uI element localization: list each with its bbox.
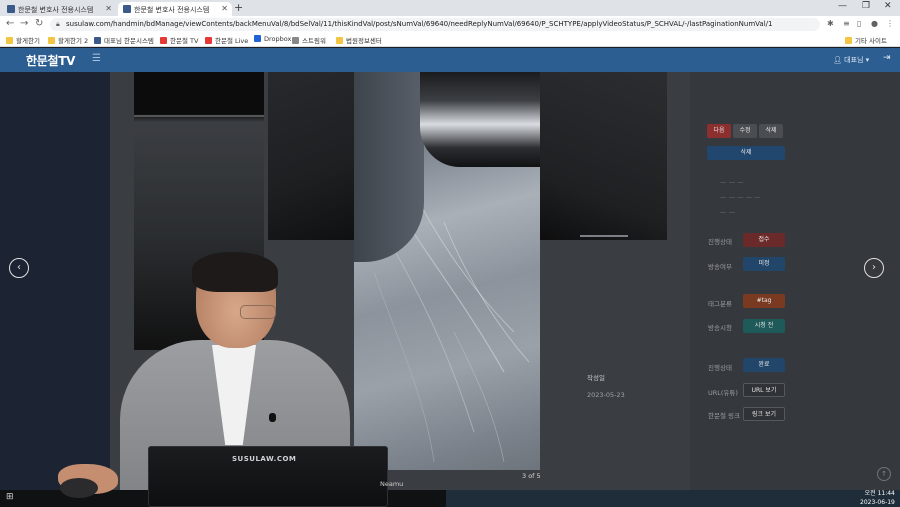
- bookmark-item[interactable]: 한문철 TV: [160, 35, 198, 45]
- bookmark-item[interactable]: 한문철 Live: [205, 35, 248, 45]
- bookmark-item[interactable]: 법원정보센터: [336, 35, 382, 45]
- forward-icon[interactable]: →: [20, 18, 28, 29]
- bookmark-item[interactable]: 대표님 한문시스템: [94, 35, 154, 45]
- gallery-counter: 3 of 5: [522, 472, 541, 480]
- system-clock: 오전 11:44 2023-06-19: [860, 489, 895, 507]
- site-favicon-icon: [7, 5, 15, 13]
- new-tab-icon[interactable]: +: [234, 1, 243, 14]
- table-header-date: 작성일: [587, 374, 605, 382]
- field-label: 방송시청: [708, 324, 732, 332]
- close-icon[interactable]: ✕: [221, 4, 228, 13]
- presenter-glasses: [240, 305, 276, 319]
- url-view-button[interactable]: URL 보기: [743, 383, 785, 397]
- meta-line: — —: [720, 208, 736, 216]
- car-bumper-shape: [354, 72, 424, 262]
- laptop-brand-label: SUSULAW.COM: [232, 455, 297, 463]
- chevron-left-icon: ‹: [17, 262, 21, 273]
- car-headlight-shape: [420, 72, 540, 167]
- bookmark-item[interactable]: 스트림워: [292, 35, 326, 45]
- status-select[interactable]: 접수: [743, 233, 785, 247]
- delete-small-button[interactable]: 삭제: [759, 124, 783, 138]
- link-view-button[interactable]: 링크 보기: [743, 407, 785, 421]
- thumbnail-scrollbar: [580, 235, 628, 237]
- chevron-right-icon: ›: [872, 262, 876, 273]
- browser-toolbar: ← → ↻ 🔒︎ susulaw.com/handmin/bdManage/vi…: [0, 16, 900, 33]
- extensions-icon[interactable]: ✱: [827, 19, 834, 28]
- gallery-thumbnail[interactable]: [268, 72, 354, 240]
- clock-date: 2023-06-19: [860, 499, 895, 506]
- sidebar: [0, 72, 110, 490]
- caption-text: Neamu: [380, 480, 404, 488]
- progress-select[interactable]: 완료: [743, 358, 785, 372]
- computer-mouse: [60, 478, 98, 498]
- browser-tab-1[interactable]: 한문철 변호사 전용시스템 ✕: [2, 2, 116, 16]
- next-button[interactable]: 다음: [707, 124, 731, 138]
- watch-select[interactable]: 시청 전: [743, 319, 785, 333]
- field-label: 한문철 링크: [708, 412, 740, 420]
- gallery-next-button[interactable]: ›: [864, 258, 884, 278]
- tag-select[interactable]: #tag: [743, 294, 785, 308]
- address-bar[interactable]: 🔒︎ susulaw.com/handmin/bdManage/viewCont…: [50, 18, 820, 31]
- maximize-icon[interactable]: ❐: [862, 1, 870, 11]
- table-cell-date: 2023-05-23: [587, 391, 625, 399]
- field-label: URL(유튜): [708, 389, 738, 397]
- menu-icon[interactable]: ☰: [92, 53, 101, 64]
- lapel-mic-icon: [269, 413, 276, 422]
- site-favicon-icon: [123, 5, 131, 13]
- bookmarks-bar: 할게한기 할게한기 2 대표님 한문시스템 한문철 TV 한문철 Live Dr…: [0, 33, 900, 47]
- meta-line: — — — — —: [720, 193, 761, 201]
- field-label: 태그분류: [708, 300, 732, 308]
- field-label: 진행상태: [708, 364, 732, 372]
- field-label: 방송여부: [708, 263, 732, 271]
- tab-label: 한문철 변호사 전용시스템: [134, 6, 210, 14]
- meta-line: — — —: [720, 178, 744, 186]
- windows-taskbar: [446, 490, 900, 507]
- url-text: susulaw.com/handmin/bdManage/viewContent…: [66, 20, 773, 28]
- gallery-thumbnail-next[interactable]: [540, 72, 667, 240]
- profile-avatar-icon[interactable]: ●: [871, 19, 878, 28]
- bookmark-item[interactable]: 할게한기: [6, 35, 40, 45]
- minimize-icon[interactable]: —: [838, 1, 847, 11]
- side-panel-icon[interactable]: ▯: [857, 19, 861, 28]
- clock-time: 오전 11:44: [864, 490, 895, 497]
- app-header: 한문철TV ☰ 👤︎ 대표님 ▾ ⇥: [0, 48, 900, 72]
- more-menu-icon[interactable]: ⋮: [886, 19, 894, 28]
- back-icon[interactable]: ←: [6, 18, 14, 29]
- close-icon[interactable]: ✕: [105, 4, 112, 13]
- delete-button[interactable]: 삭제: [707, 146, 785, 160]
- gallery-prev-button[interactable]: ‹: [9, 258, 29, 278]
- bookmark-item[interactable]: Dropbox: [254, 35, 291, 43]
- bookmark-item[interactable]: 할게한기 2: [48, 35, 88, 45]
- edit-button[interactable]: 수정: [733, 124, 757, 138]
- broadcast-toggle[interactable]: 미정: [743, 257, 785, 271]
- reading-list-icon[interactable]: ≡: [843, 19, 850, 28]
- close-window-icon[interactable]: ✕: [884, 1, 892, 11]
- presenter-hair: [192, 252, 278, 292]
- user-menu[interactable]: 👤︎ 대표님 ▾: [833, 55, 869, 65]
- windows-start-icon[interactable]: ⊞: [6, 492, 14, 502]
- browser-tab-bar: 한문철 변호사 전용시스템 ✕ 한문철 변호사 전용시스템 ✕ + — ❐ ✕: [0, 0, 900, 16]
- field-label: 진행상태: [708, 238, 732, 246]
- screen: 한문철 변호사 전용시스템 ✕ 한문철 변호사 전용시스템 ✕ + — ❐ ✕ …: [0, 0, 900, 507]
- thumbnail-divider: [134, 115, 264, 117]
- bookmark-folder-other[interactable]: 기타 사이트: [845, 35, 887, 45]
- logout-icon[interactable]: ⇥: [883, 53, 891, 63]
- lock-icon: 🔒︎: [56, 20, 60, 28]
- browser-tab-2[interactable]: 한문철 변호사 전용시스템 ✕: [118, 2, 232, 16]
- tab-label: 한문철 변호사 전용시스템: [18, 6, 94, 14]
- scroll-top-button[interactable]: ↑: [877, 467, 891, 481]
- site-logo[interactable]: 한문철TV: [26, 52, 75, 69]
- reload-icon[interactable]: ↻: [35, 18, 43, 29]
